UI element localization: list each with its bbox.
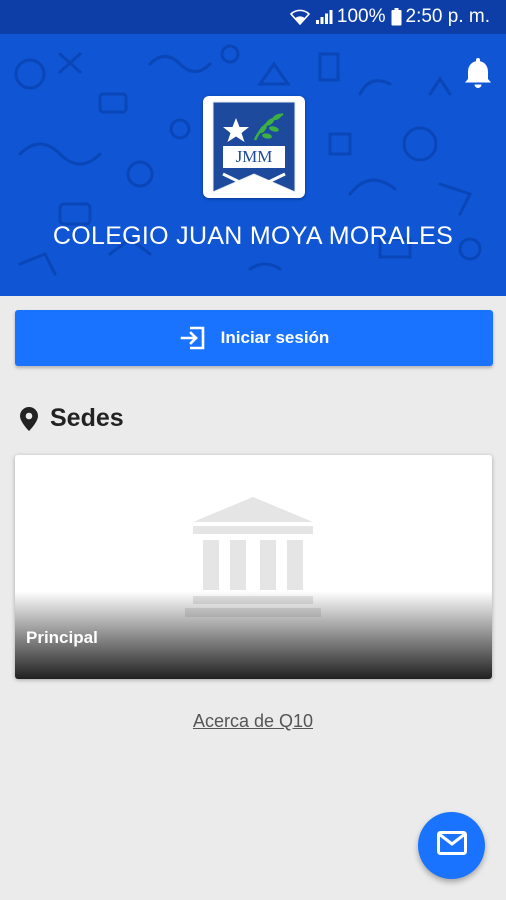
contact-fab[interactable] <box>418 812 485 879</box>
about-link[interactable]: Acerca de Q10 <box>193 711 313 731</box>
school-logo: JMM <box>203 96 305 198</box>
sede-card[interactable]: Principal <box>15 455 492 679</box>
sede-label: Principal <box>26 628 98 647</box>
login-button-label: Iniciar sesión <box>220 328 330 347</box>
sedes-heading: Sedes <box>20 404 124 433</box>
battery-icon <box>391 8 402 26</box>
mail-icon <box>436 831 467 860</box>
signal-icon <box>315 9 333 25</box>
school-header: JMM COLEGIO JUAN MOYA MORALES <box>0 34 506 296</box>
wifi-icon <box>289 9 310 25</box>
clock: 2:50 p. m. <box>405 6 491 27</box>
location-pin-icon <box>20 406 38 431</box>
login-icon <box>179 324 207 352</box>
sedes-title: Sedes <box>50 404 124 432</box>
battery-percent: 100% <box>336 6 386 27</box>
school-name: COLEGIO JUAN MOYA MORALES <box>52 222 454 250</box>
logo-text: JMM <box>235 147 273 166</box>
bell-icon[interactable] <box>464 56 492 88</box>
status-bar: 100% 2:50 p. m. <box>0 0 506 34</box>
about-section: Acerca de Q10 <box>0 711 506 732</box>
login-button[interactable]: Iniciar sesión <box>15 310 493 366</box>
